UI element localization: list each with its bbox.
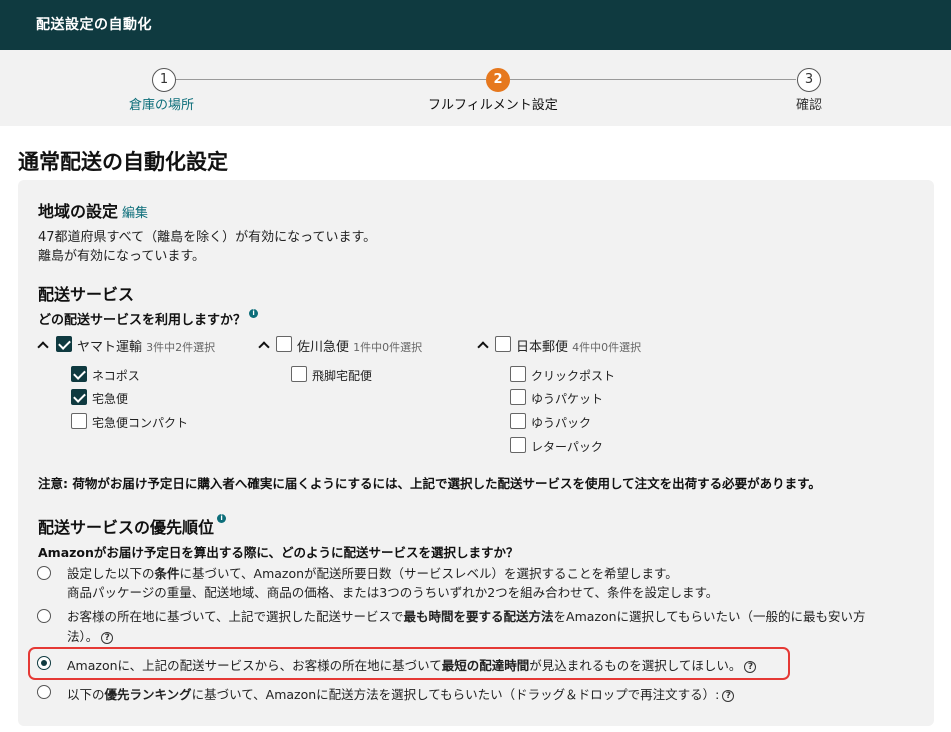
priority-option-fastest-label: Amazonに、上記の配送サービスから、お客様の所在地に基づいて最短の配達時間が… [67,655,757,674]
top-bar: 配送設定の自動化 [0,0,951,50]
step-1-label[interactable]: 倉庫の場所 [129,94,194,113]
chevron-up-icon[interactable] [258,340,268,350]
help-icon[interactable]: ? [101,631,114,644]
priority-option-slowest-radio[interactable] [37,609,51,623]
chevron-up-icon[interactable] [37,340,47,350]
carrier-yamato-checkbox[interactable] [56,336,72,352]
services-question-text: どの配送サービスを利用しますか？ [38,313,247,328]
priority-option-conditions-line2: 商品パッケージの重量、配送地域、商品の価格、または3つのうちいずれか2つを組み合… [67,585,719,600]
help-icon[interactable]: ? [744,660,757,673]
step-2-circle: 2 [486,68,510,92]
region-line-1: 47都道府県すべて（離島を除く）が有効になっています。 [38,230,377,245]
services-heading: 配送サービス [38,285,135,304]
text-bold: 優先ランキング [104,687,192,702]
region-heading: 地域の設定 編集 [38,198,148,222]
carrier-japanpost-label: 日本郵便 4件中0件選択 [516,336,641,355]
carrier-yamato-count: 3件中2件選択 [146,341,216,354]
carrier-sagawa-checkbox[interactable] [276,336,292,352]
priority-option-ranking-label: 以下の優先ランキングに基づいて、Amazonに配送方法を選択してもらいたい（ドラ… [67,684,735,703]
option-yupacket-checkbox[interactable] [510,389,526,405]
info-icon[interactable]: i [249,309,259,318]
step-1-circle[interactable]: 1 [152,68,176,92]
priority-heading: 配送サービスの優先順位 i [38,514,227,538]
region-edit-link[interactable]: 編集 [122,206,148,221]
option-takkyubin-label: 宅急便 [92,392,129,406]
text: 法）。 [67,629,99,644]
option-takkyubin-compact-label: 宅急便コンパクト [92,416,189,430]
option-nekopos-label: ネコポス [92,369,140,383]
text: 設定した以下の [67,566,155,581]
option-takkyubin-compact-checkbox[interactable] [71,413,87,429]
text-bold: 条件 [154,566,180,581]
carrier-yamato-name: ヤマト運輸 [77,340,143,355]
carrier-japanpost-checkbox[interactable] [495,336,511,352]
chevron-up-icon[interactable] [477,340,487,350]
text: をAmazonに選択してもらいたい（一般的に最も安い方 [553,609,866,624]
step-3-label: 確認 [796,98,823,113]
option-nekopos-checkbox[interactable] [71,366,87,382]
page-title: 通常配送の自動化設定 [18,150,228,174]
priority-option-conditions-label: 設定した以下の条件に基づいて、Amazonが配送所要日数（サービスレベル）を選択… [67,563,678,582]
text: に基づいて、Amazonに配送方法を選択してもらいたい（ドラッグ＆ドロップで再注… [191,687,720,702]
option-yupacket-label: ゆうパケット [531,392,604,406]
option-takkyubin-checkbox[interactable] [71,389,87,405]
priority-question: Amazonがお届け予定日を算出する際に、どのように配送サービスを選択しますか？ [38,545,519,560]
text: お客様の所在地に基づいて、上記で選択した配送サービスで [67,609,404,624]
priority-option-ranking-radio[interactable] [37,685,51,699]
carrier-sagawa-name: 佐川急便 [297,340,350,355]
text: が見込まれるものを選択してほしい。 [529,658,742,673]
carrier-japanpost-count: 4件中0件選択 [572,341,642,354]
carrier-japanpost-name: 日本郵便 [516,340,569,355]
step-connector [176,79,486,80]
carrier-yamato-label: ヤマト運輸 3件中2件選択 [77,336,215,355]
priority-heading-text: 配送サービスの優先順位 [38,518,215,537]
progress-stepper: 1 倉庫の場所 2 フルフィルメント設定 3 確認 [0,50,951,126]
option-clickpost-label: クリックポスト [531,369,616,383]
priority-option-slowest-label: お客様の所在地に基づいて、上記で選択した配送サービスで最も時間を要する配送方法を… [67,606,866,625]
option-yupack-checkbox[interactable] [510,413,526,429]
text: Amazonに、上記の配送サービスから、お客様の所在地に基づいて [67,658,442,673]
region-line-2: 離島が有効になっています。 [38,249,206,264]
priority-option-conditions-radio[interactable] [37,566,51,580]
carrier-sagawa-count: 1件中0件選択 [353,341,423,354]
header-title: 配送設定の自動化 [36,17,152,33]
info-icon[interactable]: i [217,514,227,523]
option-letterpack-label: レターパック [531,440,603,454]
option-clickpost-checkbox[interactable] [510,366,526,382]
text: 以下の [67,687,105,702]
help-icon[interactable]: ? [722,689,735,702]
option-hikyaku-label: 飛脚宅配便 [312,369,373,383]
priority-option-slowest-line2: 法）。? [67,626,114,645]
services-question: どの配送サービスを利用しますか？ i [38,309,259,328]
text-bold: 最も時間を要する配送方法 [403,609,554,624]
text: に基づいて、Amazonが配送所要日数（サービスレベル）を選択することを希望しま… [179,566,678,581]
region-heading-text: 地域の設定 [38,202,119,221]
option-letterpack-checkbox[interactable] [510,437,526,453]
services-note: 注意: 荷物がお届け予定日に購入者へ確実に届くようにするには、上記で選択した配送… [38,476,821,491]
option-hikyaku-checkbox[interactable] [291,366,307,382]
step-3-circle: 3 [797,68,821,92]
step-connector [510,79,796,80]
priority-option-fastest-radio[interactable] [37,656,51,670]
text-bold: 最短の配達時間 [441,658,530,673]
option-yupack-label: ゆうパック [531,416,592,430]
step-2-label: フルフィルメント設定 [428,98,558,113]
carrier-sagawa-label: 佐川急便 1件中0件選択 [297,336,422,355]
